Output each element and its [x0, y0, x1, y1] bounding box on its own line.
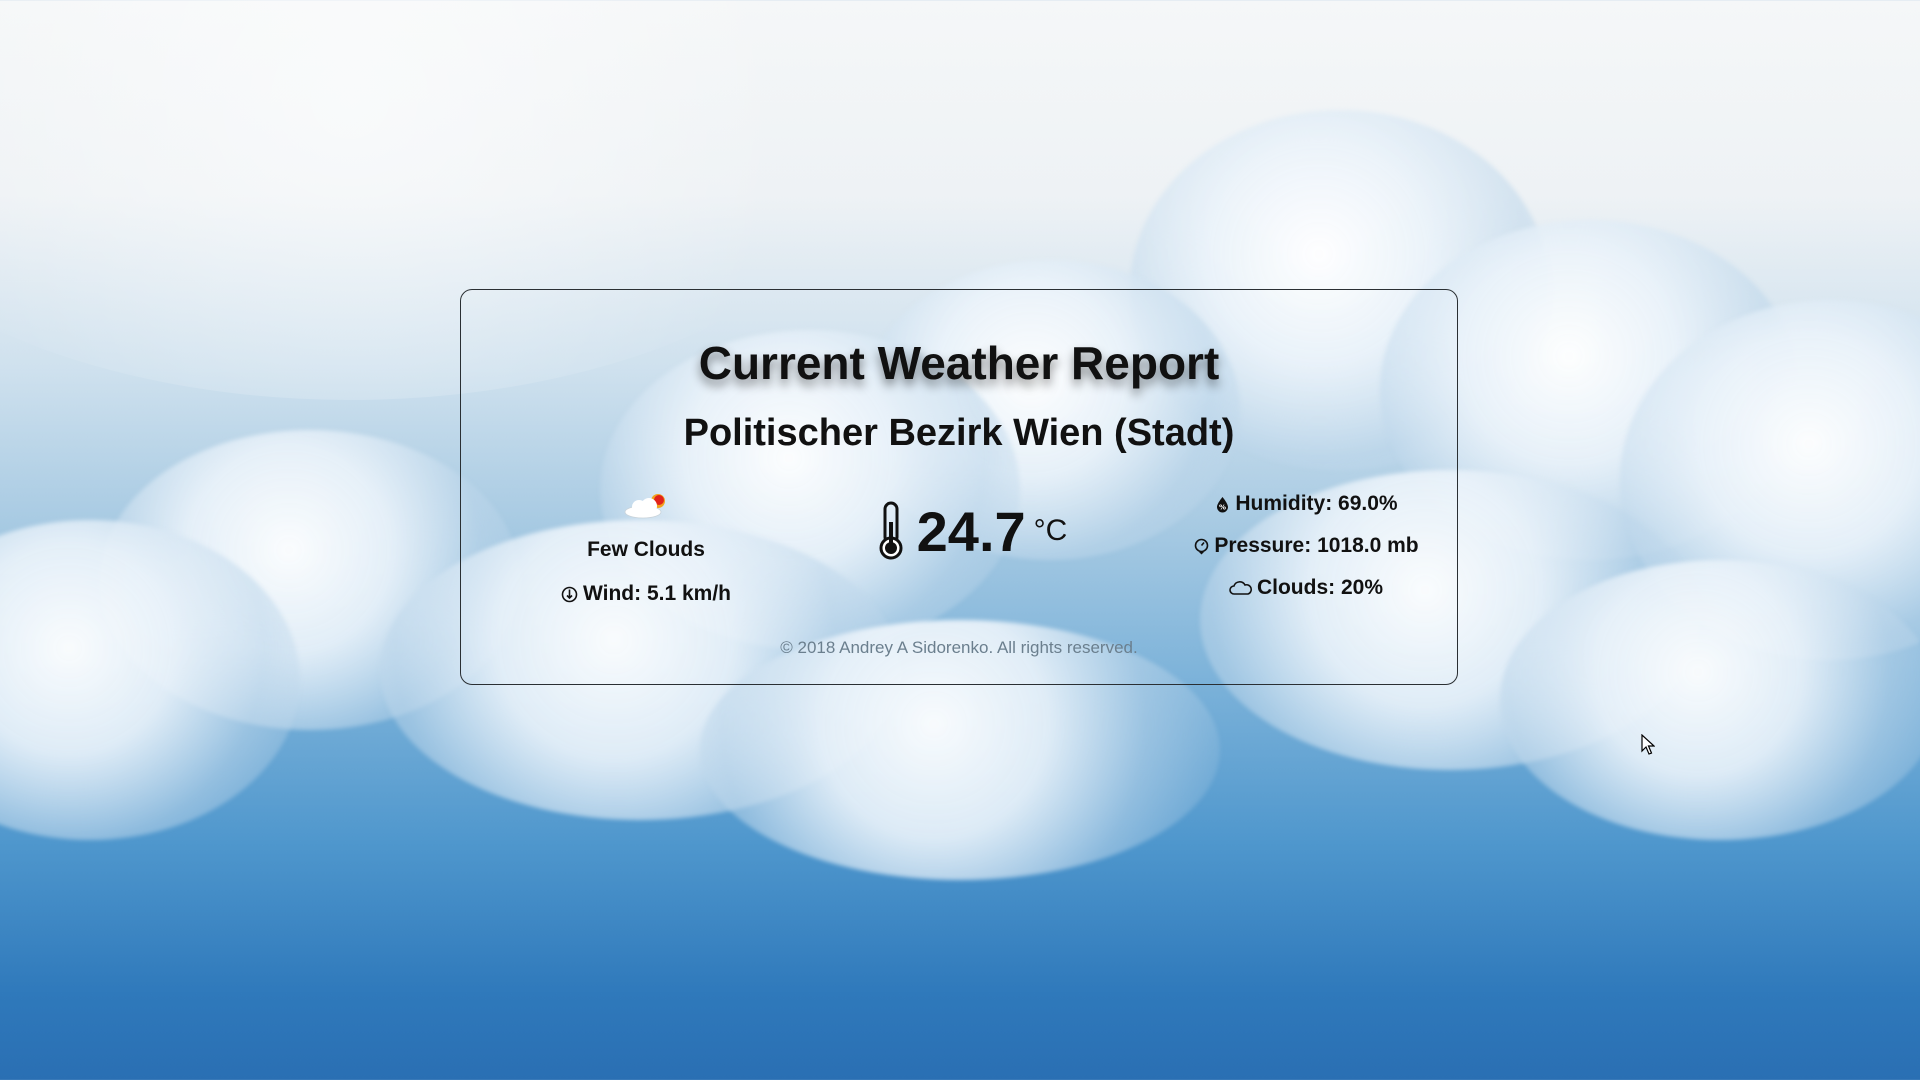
few-clouds-icon — [624, 494, 665, 519]
pressure-stat: Pressure: 1018.0 mb — [1161, 532, 1451, 560]
clouds-stat: Clouds: 20% — [1161, 574, 1451, 602]
wind-label: Wind: 5.1 km/h — [583, 582, 731, 605]
temperature-unit: °C — [1033, 514, 1068, 547]
clouds-label: Clouds: 20% — [1256, 576, 1384, 599]
svg-text:%: % — [1219, 503, 1226, 511]
humidity-stat: % Humidity: 69.0% — [1161, 490, 1451, 518]
page-title: Current Weather Report — [698, 337, 1220, 389]
thermometer-icon — [879, 501, 903, 560]
temperature-display: 24.7 °C — [861, 500, 1081, 562]
humidity-label: Humidity: 69.0% — [1235, 492, 1398, 515]
cloud-icon — [1229, 580, 1252, 595]
temperature-value: 24.7 — [916, 500, 1026, 563]
weather-card: Current Weather Report Politischer Bezir… — [460, 289, 1458, 685]
condition-description: Few Clouds — [587, 538, 705, 561]
humidity-drop-icon: % — [1217, 496, 1229, 512]
wind-info: Wind: 5.1 km/h — [531, 582, 761, 606]
stats-panel: % Humidity: 69.0% Pressure: 1018.0 mb Cl… — [1161, 490, 1451, 602]
copyright-footer: © 2018 Andrey A Sidorenko. All rights re… — [780, 638, 1138, 657]
pressure-label: Pressure: 1018.0 mb — [1214, 534, 1419, 557]
conditions-panel: Few Clouds Wind: 5.1 km/h — [531, 490, 761, 606]
location-name: Politischer Bezirk Wien (Stadt) — [683, 412, 1235, 454]
mouse-cursor-icon — [1641, 734, 1655, 755]
wind-direction-icon — [561, 586, 578, 602]
pressure-gauge-icon — [1195, 538, 1209, 554]
